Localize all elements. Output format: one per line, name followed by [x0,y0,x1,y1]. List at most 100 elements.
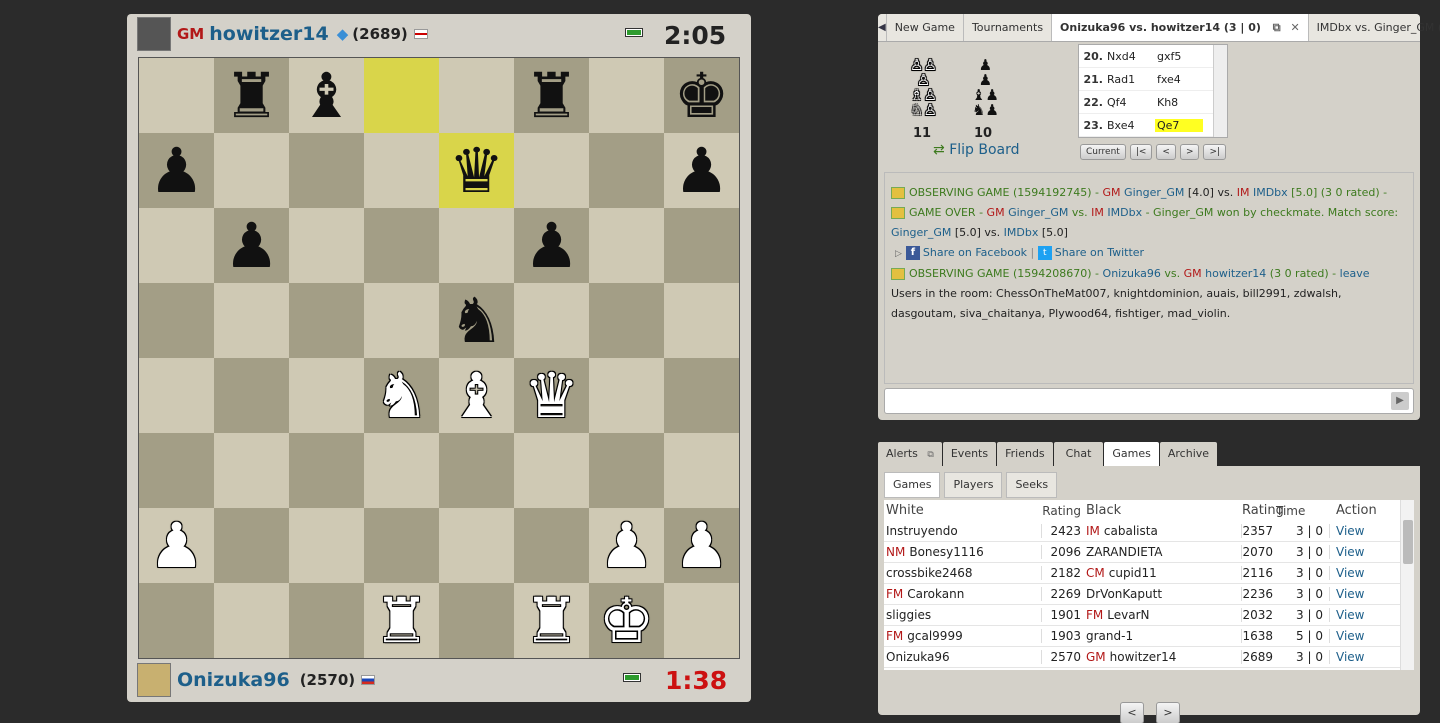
tab-games[interactable]: Games [1104,442,1159,466]
board-square[interactable] [289,508,364,583]
black-player-cell[interactable]: ZARANDIETA [1084,545,1242,559]
white-queen-icon[interactable]: ♛ [524,364,580,427]
black-move[interactable]: fxe4 [1155,73,1203,86]
white-player-cell[interactable]: crossbike2468 [884,566,1042,580]
black-pawn-icon[interactable]: ♟ [524,214,580,277]
board-square[interactable] [589,133,664,208]
table-row[interactable]: sliggies 1901 FM LevarN 2032 3 | 0 View [884,605,1414,626]
chat-player-link[interactable]: IMDbx [1107,206,1142,219]
board-square[interactable] [289,133,364,208]
board-square[interactable] [139,283,214,358]
leave-link[interactable]: leave [1340,267,1370,280]
tab-tournaments[interactable]: Tournaments [964,14,1053,41]
move-row[interactable]: 23. Bxe4 Qe7 [1079,114,1227,137]
chat-player-link[interactable]: Onizuka96 [1103,267,1161,280]
board-square[interactable] [364,133,439,208]
board-square[interactable] [514,283,589,358]
white-player-cell[interactable]: sliggies [884,608,1042,622]
board-square[interactable] [289,583,364,658]
board-square[interactable] [439,508,514,583]
move-row[interactable]: 20. Nxd4 gxf5 [1079,45,1227,68]
board-square[interactable] [664,433,739,508]
board-square[interactable] [439,433,514,508]
board-square[interactable] [589,283,664,358]
header-white-rating[interactable]: Rating [1042,504,1084,518]
board-square[interactable] [289,433,364,508]
board-square[interactable] [289,208,364,283]
board-square[interactable] [514,133,589,208]
tab-friends[interactable]: Friends [997,442,1053,466]
black-player-cell[interactable]: FM LevarN [1084,608,1242,622]
board-square[interactable] [439,583,514,658]
first-move-button[interactable]: |< [1129,144,1153,160]
board-square[interactable] [214,508,289,583]
white-player-cell[interactable]: Instruyendo [884,524,1042,538]
tab-current-game[interactable]: Onizuka96 vs. howitzer14 (3 | 0) ⧉ ✕ [1052,14,1309,41]
popout-icon[interactable]: ⧉ [1273,21,1281,34]
board-square[interactable]: ♟ [139,508,214,583]
subtab-games[interactable]: Games [884,472,941,498]
expand-arrow-icon[interactable]: ▷ [895,249,902,259]
view-link[interactable]: View [1330,524,1400,538]
board-square[interactable] [289,358,364,433]
chat-player-link[interactable]: Ginger_GM [1124,186,1184,199]
white-pawn-icon[interactable]: ♟ [674,514,730,577]
board-square[interactable] [589,433,664,508]
board-square[interactable] [139,58,214,133]
move-list-scrollbar[interactable] [1213,45,1227,137]
board-square[interactable]: ♜ [514,58,589,133]
board-square[interactable]: ♝ [289,58,364,133]
board-square[interactable] [664,358,739,433]
share-twitter-link[interactable]: Share on Twitter [1055,246,1144,259]
white-bishop-icon[interactable]: ♝ [449,364,505,427]
white-king-icon[interactable]: ♚ [599,589,655,652]
flip-board-button[interactable]: ⇄ Flip Board [933,142,1020,158]
black-king-icon[interactable]: ♚ [674,64,730,127]
white-move[interactable]: Bxe4 [1107,119,1155,132]
popout-icon[interactable]: ⧉ [927,450,933,460]
board-square[interactable]: ♟ [664,508,739,583]
board-square[interactable] [214,358,289,433]
table-row[interactable]: Instruyendo 2423 IM cabalista 2357 3 | 0 View [884,521,1414,542]
white-knight-icon[interactable]: ♞ [374,364,430,427]
white-player-cell[interactable]: Onizuka96 [884,650,1042,664]
board-square[interactable] [214,583,289,658]
black-knight-icon[interactable]: ♞ [449,289,505,352]
board-square[interactable] [364,433,439,508]
board-square[interactable]: ♟ [214,208,289,283]
board-square[interactable] [139,358,214,433]
white-rook-icon[interactable]: ♜ [374,589,430,652]
chat-player-link[interactable]: IMDbx [1253,186,1288,199]
board-square[interactable] [364,58,439,133]
black-rook-icon[interactable]: ♜ [524,64,580,127]
chat-player-link[interactable]: IMDbx [1004,226,1039,239]
player-name[interactable]: Onizuka96 [177,669,290,691]
white-move[interactable]: Rad1 [1107,73,1155,86]
board-square[interactable] [589,58,664,133]
board-square[interactable] [514,508,589,583]
black-pawn-icon[interactable]: ♟ [674,139,730,202]
white-player-cell[interactable]: FM Carokann [884,587,1042,601]
last-move-button[interactable]: >| [1203,144,1227,160]
black-player-cell[interactable]: DrVonKaputt [1084,587,1242,601]
header-white[interactable]: White [884,503,1042,518]
header-time[interactable]: Time [1276,504,1330,518]
board-square[interactable]: ♜ [214,58,289,133]
move-list[interactable]: 20. Nxd4 gxf5 21. Rad1 fxe4 22. Qf4 Kh8 23. Bxe4 Qe… [1078,44,1228,138]
view-link[interactable]: View [1330,650,1400,664]
black-pawn-icon[interactable]: ♟ [149,139,205,202]
table-row[interactable]: Onizuka96 2570 GM howitzer14 2689 3 | 0 View [884,647,1414,668]
board-square[interactable] [664,283,739,358]
board-square[interactable]: ♟ [139,133,214,208]
board-square[interactable] [439,58,514,133]
board-square[interactable] [664,208,739,283]
white-pawn-icon[interactable]: ♟ [149,514,205,577]
board-square[interactable] [214,283,289,358]
avatar[interactable] [137,663,171,697]
board-square[interactable] [589,208,664,283]
white-pawn-icon[interactable]: ♟ [599,514,655,577]
board-square[interactable]: ♞ [439,283,514,358]
player-name[interactable]: howitzer14 [209,23,328,45]
white-rook-icon[interactable]: ♜ [524,589,580,652]
move-row[interactable]: 22. Qf4 Kh8 [1079,91,1227,114]
